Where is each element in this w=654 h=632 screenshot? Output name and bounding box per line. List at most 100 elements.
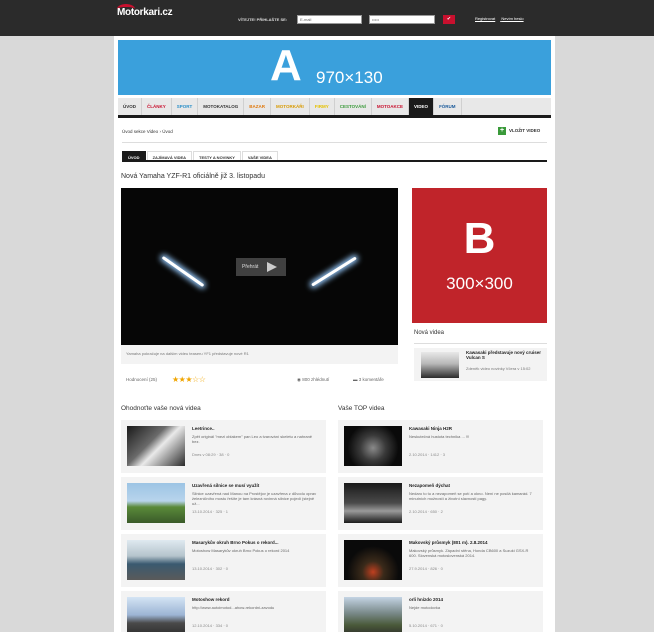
video-thumbnail[interactable] xyxy=(344,540,402,580)
ad-banner-b-size: 300×300 xyxy=(446,274,513,293)
video-description: Nedaro to tu a nezapomeň se potí a okno.… xyxy=(409,491,532,501)
ad-banner-a[interactable]: A 970×130 xyxy=(118,40,551,95)
video-meta: 13.10.2014 · 325 · 1 xyxy=(192,509,229,514)
video-list-item[interactable]: Kawasaki Ninja H2R Neskutečná hustota tec… xyxy=(338,420,543,473)
top-bar: Motorkari.cz VÍTEJTE! PŘIHLAŠTE SE: E-ma… xyxy=(0,0,654,36)
video-description: Motoshow Masarykův okruh Brno Pokus o re… xyxy=(192,548,290,553)
video-meta: 2.10.2014 · 1412 · 3 xyxy=(409,452,446,457)
video-title[interactable]: Uzavřená silnice se musí využít xyxy=(192,483,259,488)
ad-banner-a-letter: A xyxy=(270,41,302,90)
video-list-item[interactable]: orli hnízdo 2014 Nejde motodovka 5.10.2014… xyxy=(338,591,543,632)
upload-video-button[interactable]: + VLOŽIT VIDEO xyxy=(498,127,540,135)
ad-banner-b-letter: B xyxy=(463,214,496,263)
rating-stars[interactable]: ★★★☆☆ xyxy=(172,375,206,384)
views-text: 800 zhlédnutí xyxy=(302,377,330,382)
breadcrumb[interactable]: Úvod sekce Video › Úvod xyxy=(122,129,173,134)
video-description: http://www.autoimotod...ahow-rekordni-za… xyxy=(192,605,275,610)
email-input[interactable]: E-mail xyxy=(297,15,362,24)
video-title[interactable]: Leetrince.. xyxy=(192,426,215,431)
video-meta: 2.10.2014 · 650 · 2 xyxy=(409,509,443,514)
subtab[interactable]: ZAJÍMAVÁ VIDEA xyxy=(146,151,193,160)
video-subtabs: ÚVOD ZAJÍMAVÁ VIDEA TESTY A NOVINKY VAŠE VI… xyxy=(122,151,547,162)
page-container: A 970×130 ÚVOD ČLÁNKY SPORT MOTOKATALOG BAZA… xyxy=(114,36,555,632)
video-list-item[interactable]: Masarykův okruh Brno Pokus o rekord... Mo… xyxy=(121,534,326,587)
video-title[interactable]: Makovský průsmyk (801 m). 2.8.2014 xyxy=(409,540,488,545)
upload-label: VLOŽIT VIDEO xyxy=(509,128,541,134)
video-thumbnail[interactable] xyxy=(421,352,459,378)
ad-banner-a-size: 970×130 xyxy=(316,68,383,87)
password-input[interactable]: ••••• xyxy=(369,15,435,24)
headlight-left xyxy=(161,255,205,288)
comments-count[interactable]: ▬ 3 komentáře xyxy=(353,377,384,382)
nav-item[interactable]: ČLÁNKY xyxy=(142,98,172,115)
nav-item[interactable]: CESTOVÁNÍ xyxy=(335,98,372,115)
nav-item[interactable]: FÓRUM xyxy=(434,98,462,115)
video-description: Zpět originál "mezi oblakem" pan Leo a t… xyxy=(192,434,313,444)
new-video-meta: Zdeněk video novinky Včera v 15:02 xyxy=(466,366,531,371)
play-button[interactable]: Přehrát xyxy=(236,258,286,276)
nav-item[interactable]: MOTOKATALOG xyxy=(198,98,245,115)
video-thumbnail[interactable] xyxy=(127,597,185,632)
video-description: Nejde motodovka xyxy=(409,605,441,610)
featured-video-title[interactable]: Nová Yamaha YZF-R1 oficiálně již 3. list… xyxy=(121,173,265,180)
logo-arc-icon xyxy=(117,4,135,14)
new-video-title[interactable]: Kawasaki představuje nový cruiser Vulcan… xyxy=(466,350,544,360)
subtab[interactable]: TESTY A NOVINKY xyxy=(193,151,241,160)
play-label: Přehrát xyxy=(242,264,259,270)
video-list-item[interactable]: Makovský průsmyk (801 m). 2.8.2014 Makovs… xyxy=(338,534,543,587)
comments-text: 3 komentáře xyxy=(358,377,384,382)
play-icon xyxy=(267,262,277,272)
subtab[interactable]: ÚVOD xyxy=(122,151,146,160)
top-videos-heading: Vaše TOP videa xyxy=(338,405,385,412)
nav-item[interactable]: SPORT xyxy=(172,98,199,115)
headlight-right xyxy=(311,256,357,287)
site-logo[interactable]: Motorkari.cz xyxy=(117,4,173,18)
video-title[interactable]: Masarykův okruh Brno Pokus o rekord... xyxy=(192,540,279,545)
ad-banner-b[interactable]: B 300×300 xyxy=(412,188,547,323)
video-meta: 13.10.2014 · 302 · 0 xyxy=(192,566,229,571)
divider xyxy=(414,343,547,344)
nav-item[interactable]: FIRMY xyxy=(310,98,335,115)
video-thumbnail[interactable] xyxy=(344,483,402,523)
register-link[interactable]: Registrovat xyxy=(475,16,495,21)
video-list-item[interactable]: Nezapomeň dýchat Nedaro to tu a nezapomeň… xyxy=(338,477,543,530)
video-description: Yamaha pokračuje na dalším videu teaseru… xyxy=(121,345,398,364)
video-thumbnail[interactable] xyxy=(344,426,402,466)
video-description: Neskutečná hustota technika ... !!! xyxy=(409,434,470,439)
video-thumbnail[interactable] xyxy=(127,483,185,523)
new-videos-heading: Nová videa xyxy=(414,330,445,336)
video-meta: 12.10.2014 · 334 · 0 xyxy=(192,623,229,628)
rate-videos-heading: Ohodnoťte vaše nová videa xyxy=(121,405,201,412)
nav-item[interactable]: MOTORKÁŘI xyxy=(271,98,310,115)
video-meta: 5.10.2014 · 671 · 0 xyxy=(409,623,443,628)
views-count: ◉ 800 zhlédnutí xyxy=(297,377,329,383)
video-title[interactable]: Kawasaki Ninja H2R xyxy=(409,426,452,431)
video-meta: Dnes v 08:29 · 38 · 0 xyxy=(192,452,230,457)
main-nav: ÚVOD ČLÁNKY SPORT MOTOKATALOG BAZAR MOTORKÁŘI… xyxy=(118,98,551,118)
nav-item[interactable]: ÚVOD xyxy=(118,98,143,115)
forgot-password-link[interactable]: Nevím heslo xyxy=(501,16,523,21)
video-thumbnail[interactable] xyxy=(344,597,402,632)
video-description: Makovský průsmyk. Západní stěna, Honda C… xyxy=(409,548,529,558)
video-description: Silnice uzavřená nad Manou na Prostějov … xyxy=(192,491,317,506)
nav-item[interactable]: BAZAR xyxy=(244,98,272,115)
video-list-item[interactable]: Leetrince.. Zpět originál "mezi oblakem" … xyxy=(121,420,326,473)
subtab[interactable]: VAŠE VIDEA xyxy=(241,151,278,160)
video-player[interactable]: Přehrát xyxy=(121,188,398,345)
new-video-item[interactable]: Kawasaki představuje nový cruiser Vulcan… xyxy=(414,348,547,381)
video-title[interactable]: orli hnízdo 2014 xyxy=(409,597,443,602)
video-thumbnail[interactable] xyxy=(127,540,185,580)
nav-item[interactable]: MOTOAKCE xyxy=(372,98,410,115)
account-links: Registrovat Nevím heslo xyxy=(475,16,529,21)
rating-label: Hodnocení (25) xyxy=(126,377,158,382)
video-title[interactable]: Motoshow rekord xyxy=(192,597,230,602)
nav-item[interactable]: VIDEO xyxy=(409,98,435,115)
login-label: VÍTEJTE! PŘIHLAŠTE SE: xyxy=(238,17,288,22)
video-thumbnail[interactable] xyxy=(127,426,185,466)
video-title[interactable]: Nezapomeň dýchat xyxy=(409,483,450,488)
video-list-item[interactable]: Motoshow rekord http://www.autoimotod...a… xyxy=(121,591,326,632)
divider xyxy=(122,142,547,143)
login-button[interactable]: ✔ xyxy=(443,15,455,24)
plus-icon: + xyxy=(498,127,506,135)
video-list-item[interactable]: Uzavřená silnice se musí využít Silnice u… xyxy=(121,477,326,530)
